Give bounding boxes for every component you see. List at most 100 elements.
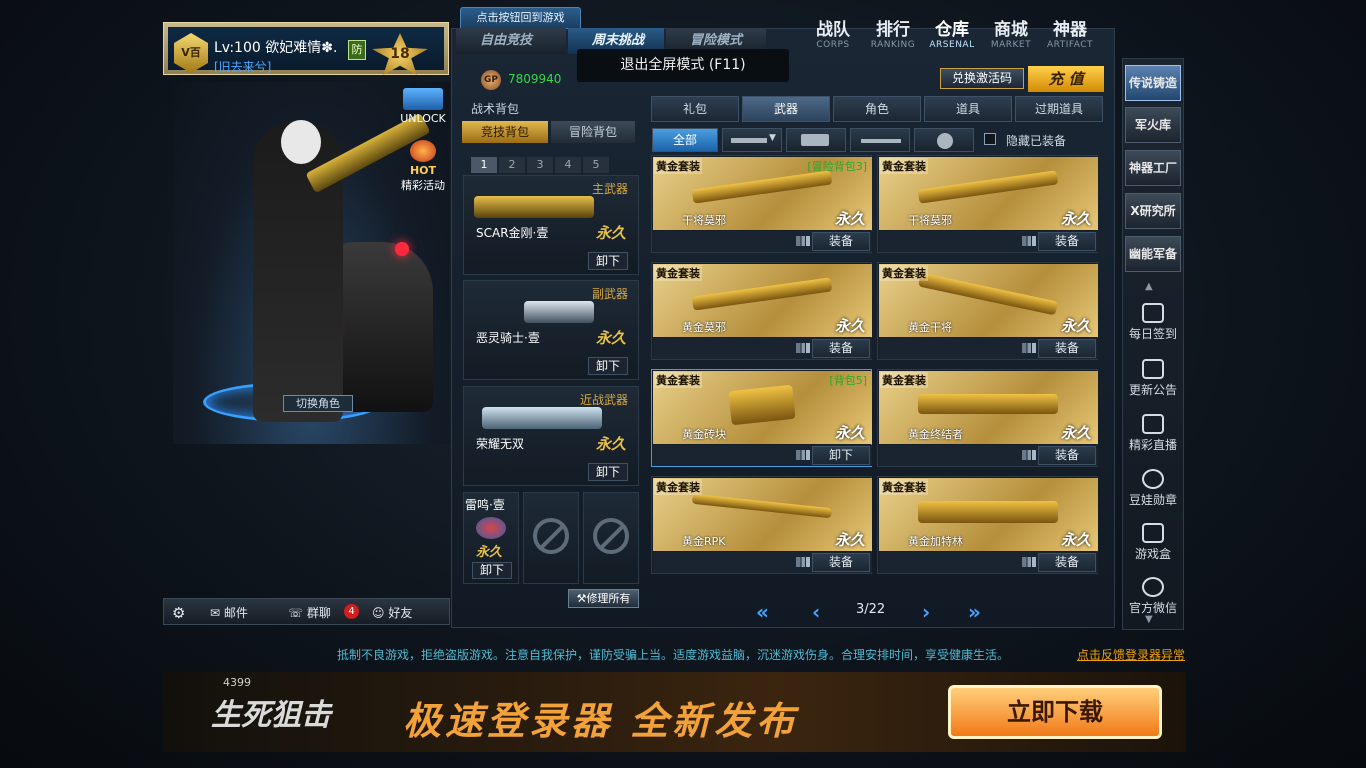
nav-sublabel: ARTIFACT — [1046, 40, 1094, 50]
daily-signin-link[interactable]: 每日签到 — [1125, 303, 1181, 342]
equip-button[interactable]: 装备 — [1038, 446, 1096, 465]
page-tab-2[interactable]: 2 — [499, 157, 525, 173]
friends-button[interactable]: ☺ 好友 — [372, 604, 412, 621]
equip-button[interactable]: 装备 — [812, 232, 870, 251]
wechat-link[interactable]: 官方微信 — [1125, 577, 1181, 616]
wechat-icon — [1142, 577, 1164, 597]
item-card[interactable]: 黄金套装 黄金莫邪 永久 装备 — [651, 262, 872, 360]
nav-ranking[interactable]: 排行 RANKING — [865, 20, 921, 50]
unequip-button[interactable]: 卸下 — [472, 562, 512, 579]
item-card[interactable]: 黄金套装 黄金终结者 永久 装备 — [877, 369, 1098, 467]
unequip-button[interactable]: 卸下 — [812, 446, 870, 465]
live-stream-link[interactable]: 精彩直播 — [1125, 414, 1181, 453]
item-name: 黄金加特林 — [908, 535, 963, 548]
unequip-button[interactable]: 卸下 — [588, 463, 628, 481]
page-tab-5[interactable]: 5 — [583, 157, 609, 173]
legend-forge-button[interactable]: 传说铸造 — [1125, 65, 1181, 101]
filter-all[interactable]: 全部 — [652, 128, 718, 152]
slot-melee[interactable]: 近战武器 荣耀无双 永久 卸下 — [463, 386, 639, 486]
switch-role-button[interactable]: 切换角色 — [283, 395, 353, 412]
tab-weapons[interactable]: 武器 — [742, 96, 830, 122]
nav-artifact[interactable]: 神器 ARTIFACT — [1042, 20, 1098, 50]
filter-knife[interactable] — [850, 128, 910, 152]
game-box-link[interactable]: 游戏盒 — [1125, 523, 1181, 562]
tab-roles[interactable]: 角色 — [833, 96, 921, 122]
hot-events-button[interactable]: HOT 精彩活动 — [395, 140, 451, 193]
gp-amount: 7809940 — [508, 72, 562, 86]
item-card[interactable]: 黄金套装 干将莫邪 永久 装备 — [877, 155, 1098, 253]
slot-secondary[interactable]: 副武器 恶灵骑士·壹 永久 卸下 — [463, 280, 639, 380]
filter-rifle[interactable]: ▼ — [722, 128, 782, 152]
nav-arsenal[interactable]: 仓库 ARSENAL — [924, 20, 980, 50]
arsenal-button[interactable]: 军火库 — [1125, 107, 1181, 143]
unequip-button[interactable]: 卸下 — [588, 252, 628, 270]
page-tab-4[interactable]: 4 — [555, 157, 581, 173]
backpack-tab-competitive[interactable]: 竞技背包 — [462, 121, 548, 143]
mode-tab-free[interactable]: 自由竞技 — [456, 28, 566, 54]
equip-button[interactable]: 装备 — [1038, 232, 1096, 251]
equip-button[interactable]: 装备 — [812, 553, 870, 572]
item-set-tag: 黄金套装 — [880, 372, 928, 388]
repair-all-button[interactable]: ⚒修理所有 — [568, 589, 639, 608]
artifact-factory-button[interactable]: 神器工厂 — [1125, 150, 1181, 186]
slot-grenade[interactable]: 雷鸣·壹 永久 卸下 — [463, 492, 519, 584]
notice-icon — [1142, 359, 1164, 379]
update-notice-link[interactable]: 更新公告 — [1125, 359, 1181, 398]
prev-page-icon[interactable]: ‹ — [812, 600, 820, 624]
health-notice: 抵制不良游戏，拒绝盗版游戏。注意自我保护，谨防受骗上当。适度游戏益脑，沉迷游戏伤… — [337, 648, 1010, 662]
item-card[interactable]: 黄金套装 [背包5] 黄金砖块 永久 卸下 — [651, 369, 872, 467]
filter-grenade[interactable] — [914, 128, 974, 152]
filter-pistol[interactable] — [786, 128, 846, 152]
scroll-down-icon[interactable]: ▼ — [1145, 614, 1153, 625]
tab-items[interactable]: 道具 — [924, 96, 1012, 122]
page-tab-1[interactable]: 1 — [471, 157, 497, 173]
gear-icon[interactable]: ⚙ — [172, 604, 185, 622]
nav-market[interactable]: 商城 MARKET — [983, 20, 1039, 50]
slot-category: 主武器 — [591, 182, 628, 196]
mail-button[interactable]: ✉ 邮件 — [210, 604, 248, 621]
slot-primary[interactable]: 主武器 SCAR金刚·壹 永久 卸下 — [463, 175, 639, 275]
item-card[interactable]: 黄金套装 黄金干将 永久 装备 — [877, 262, 1098, 360]
item-card[interactable]: 黄金套装 黄金加特林 永久 装备 — [877, 476, 1098, 574]
promo-banner[interactable]: 4399 生死狙击 极速登录器 全新发布 立即下载 — [163, 672, 1186, 752]
item-card[interactable]: 黄金套装 [冒险背包3] 干将莫邪 永久 装备 — [651, 155, 872, 253]
nav-corps[interactable]: 战队 CORPS — [805, 20, 861, 50]
equip-button[interactable]: 装备 — [812, 339, 870, 358]
backpack-tab-adventure[interactable]: 冒险背包 — [551, 121, 635, 143]
feedback-link[interactable]: 点击反馈登录器异常 — [1077, 646, 1185, 663]
scroll-up-icon[interactable]: ▲ — [1145, 281, 1153, 292]
recharge-button[interactable]: 充 值 — [1028, 66, 1104, 92]
nav-label: 商城 — [994, 20, 1028, 40]
item-card[interactable]: 黄金套装 黄金RPK 永久 装备 — [651, 476, 872, 574]
next-page-icon[interactable]: › — [922, 600, 930, 624]
item-set-tag: 黄金套装 — [880, 265, 928, 281]
banner-slogan: 极速登录器 全新发布 — [403, 699, 799, 743]
tab-expired[interactable]: 过期道具 — [1015, 96, 1103, 122]
social-bar: ⚙ ✉ 邮件 ☏ 群聊 4 ☺ 好友 — [163, 598, 450, 625]
item-permanent-label: 永久 — [834, 210, 865, 228]
download-button[interactable]: 立即下载 — [948, 685, 1162, 739]
unlock-button[interactable]: UNLOCK — [395, 88, 451, 125]
first-page-icon[interactable]: « — [756, 600, 769, 624]
gp-coin-icon: GP — [481, 70, 501, 90]
medal-link[interactable]: 豆娃勋章 — [1125, 469, 1181, 508]
rank-badge-icon: V百 — [174, 33, 208, 73]
phantom-armory-button[interactable]: 幽能军备 — [1125, 236, 1181, 272]
back-to-game-tooltip[interactable]: 点击按钮回到游戏 — [460, 7, 581, 29]
x-lab-button[interactable]: X研究所 — [1125, 193, 1181, 229]
last-page-icon[interactable]: » — [968, 600, 981, 624]
pistol-filter-icon — [801, 134, 829, 146]
rifle-icon — [918, 394, 1058, 414]
durability-icon — [796, 236, 810, 246]
equip-button[interactable]: 装备 — [1038, 339, 1096, 358]
page-tab-3[interactable]: 3 — [527, 157, 553, 173]
group-chat-button[interactable]: ☏ 群聊 — [288, 604, 331, 621]
tab-gifts[interactable]: 礼包 — [651, 96, 739, 122]
item-permanent-label: 永久 — [834, 317, 865, 335]
hide-equipped-checkbox[interactable] — [984, 133, 996, 145]
item-set-tag: 黄金套装 — [654, 265, 702, 281]
redeem-code-button[interactable]: 兑换激活码 — [940, 68, 1024, 89]
unequip-button[interactable]: 卸下 — [588, 357, 628, 375]
equip-button[interactable]: 装备 — [1038, 553, 1096, 572]
slot-empty — [583, 492, 639, 584]
